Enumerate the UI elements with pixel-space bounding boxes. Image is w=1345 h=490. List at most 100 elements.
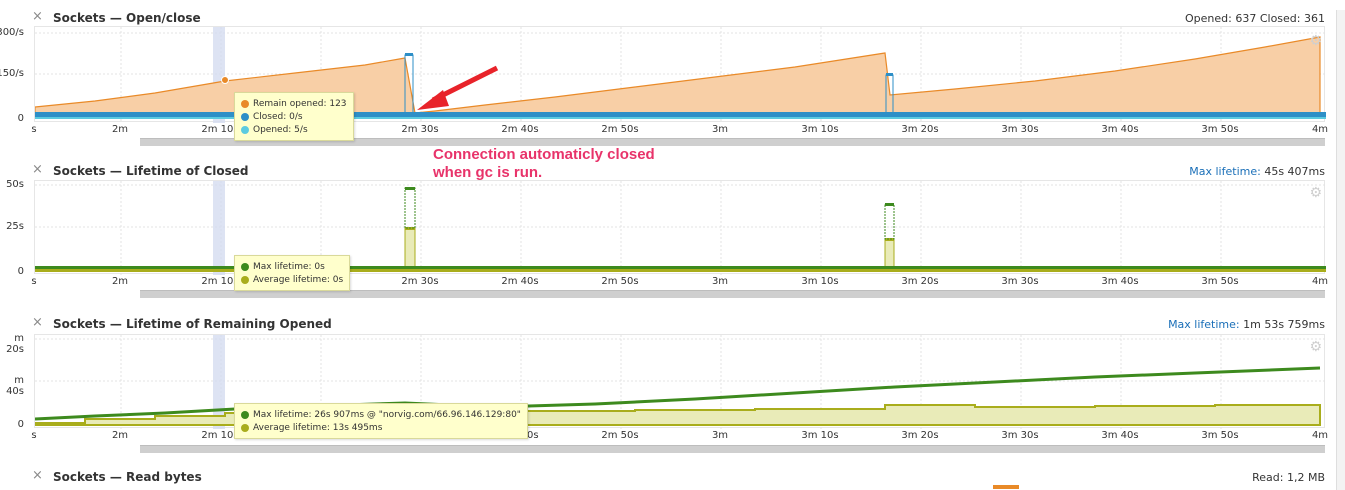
lifetime-remaining-chart — [35, 335, 1326, 429]
x-tick-label: 4m — [1311, 124, 1329, 135]
close-icon[interactable]: × — [32, 316, 43, 330]
x-tick-label: 2m 50s — [601, 430, 639, 441]
x-tick-label: 2m — [111, 276, 129, 287]
tooltip-closed: Closed: 0/s — [253, 111, 303, 122]
legend-dot — [241, 112, 249, 121]
x-tick-label: 3m — [711, 430, 729, 441]
lifetime-closed-chart — [35, 181, 1326, 275]
max-lifetime-bar-top — [885, 203, 894, 206]
x-tick-label: 3m 50s — [1201, 430, 1239, 441]
tooltip-avg-lifetime: Average lifetime: 0s — [253, 274, 344, 285]
avg-lifetime-bar — [404, 227, 416, 269]
tooltip-max-lifetime: Max lifetime: 0s — [253, 261, 325, 272]
baseline-avg — [35, 269, 1326, 272]
x-tick-label: 3m 20s — [901, 430, 939, 441]
panel-title: Sockets — Lifetime of Closed — [53, 164, 249, 178]
x-tick-label: 3m — [711, 276, 729, 287]
baseline-max — [35, 266, 1326, 269]
x-tick-label: 3m 30s — [1001, 124, 1039, 135]
chart-plot-area[interactable]: ⚙ — [34, 334, 1326, 429]
opened-rate-band-light — [35, 117, 1326, 119]
x-tick-label: 3m 50s — [1201, 276, 1239, 287]
gear-icon[interactable]: ⚙ — [1309, 185, 1322, 201]
panel-stats: Max lifetime: 45s 407ms — [1189, 165, 1325, 178]
chart-plot-area[interactable]: ⚙ — [34, 26, 1326, 123]
y-tick-label: 300/s — [0, 27, 24, 38]
x-tick-label: 3m — [711, 124, 729, 135]
y-tick-label: 150/s — [0, 68, 24, 79]
legend-dot — [241, 275, 249, 284]
panel-stats: Opened: 637 Closed: 361 — [1185, 12, 1325, 25]
open-close-chart — [35, 27, 1326, 123]
grid-lines — [35, 181, 1326, 275]
tooltip: Remain opened: 123 Closed: 0/s Opened: 5… — [234, 92, 354, 141]
hover-highlight — [213, 181, 225, 275]
legend-dot — [241, 99, 249, 108]
panel-stats: Read: 1,2 MB — [1252, 471, 1325, 484]
max-lifetime-bar-top — [405, 187, 415, 190]
close-icon[interactable]: × — [32, 469, 43, 483]
timeline-scrollbar[interactable] — [140, 445, 1325, 453]
close-icon[interactable]: × — [32, 10, 43, 24]
max-lifetime-link[interactable]: Max lifetime: — [1189, 165, 1261, 178]
tooltip: Max lifetime: 0s Average lifetime: 0s — [234, 255, 351, 291]
panel-open-close: × Sockets — Open/close Opened: 637 Close… — [0, 0, 1345, 155]
max-lifetime-bar — [404, 187, 416, 229]
x-tick-label: 2m 50s — [601, 124, 639, 135]
x-tick-label: s — [31, 430, 37, 441]
gear-icon[interactable]: ⚙ — [1309, 33, 1322, 49]
y-tick-label: 50s — [6, 179, 24, 190]
panel-lifetime-remaining: × Sockets — Lifetime of Remaining Opened… — [0, 308, 1345, 463]
legend-dot — [241, 423, 249, 432]
x-tick-label: 3m 40s — [1101, 276, 1139, 287]
x-tick-label: 3m 10s — [801, 276, 839, 287]
close-icon[interactable]: × — [32, 163, 43, 177]
opened-rate-band — [35, 112, 1326, 117]
y-tick-label: 0 — [17, 419, 24, 430]
x-tick-label: 4m — [1311, 276, 1329, 287]
x-tick-label: 2m — [111, 124, 129, 135]
x-tick-label: 3m 30s — [1001, 276, 1039, 287]
tooltip-max-lifetime: Max lifetime: 26s 907ms @ "norvig.com/66… — [253, 409, 521, 420]
x-tick-label: 3m 10s — [801, 124, 839, 135]
panel-title: Sockets — Read bytes — [53, 470, 202, 484]
panel-title: Sockets — Open/close — [53, 11, 201, 25]
max-lifetime-value: 1m 53s 759ms — [1239, 318, 1325, 331]
x-tick-label: 3m 20s — [901, 124, 939, 135]
y-tick-label: 0 — [17, 266, 24, 277]
x-tick-label: 3m 40s — [1101, 430, 1139, 441]
x-tick-label: 2m 40s — [501, 124, 539, 135]
hover-highlight — [213, 335, 225, 429]
closed-bar — [886, 73, 893, 76]
x-tick-label: 2m 30s — [401, 276, 439, 287]
max-lifetime-value: 45s 407ms — [1260, 165, 1325, 178]
x-tick-label: 2m 30s — [401, 124, 439, 135]
tooltip-remain-opened: Remain opened: 123 — [253, 98, 347, 109]
x-tick-label: 3m 10s — [801, 430, 839, 441]
hover-point — [221, 76, 229, 84]
x-tick-label: 3m 50s — [1201, 124, 1239, 135]
panel-lifetime-closed: × Sockets — Lifetime of Closed Max lifet… — [0, 155, 1345, 310]
y-tick-label: 0 — [17, 113, 24, 124]
annotation-arrow — [417, 65, 499, 110]
timeline-scrollbar[interactable] — [140, 290, 1325, 298]
avg-lifetime-bar-top — [885, 238, 894, 241]
tooltip-avg-lifetime: Average lifetime: 13s 495ms — [253, 422, 383, 433]
panel-title: Sockets — Lifetime of Remaining Opened — [53, 317, 332, 331]
max-lifetime-link[interactable]: Max lifetime: — [1168, 318, 1240, 331]
y-tick-label: m 20s — [6, 333, 24, 355]
chart-plot-area[interactable]: ⚙ — [34, 180, 1326, 275]
x-tick-label: s — [31, 124, 37, 135]
y-tick-label: m 40s — [6, 375, 24, 397]
tooltip: Max lifetime: 26s 907ms @ "norvig.com/66… — [234, 403, 528, 439]
x-tick-label: 2m — [111, 430, 129, 441]
max-lifetime-bar — [884, 204, 895, 240]
x-tick-label: s — [31, 276, 37, 287]
tooltip-opened: Opened: 5/s — [253, 124, 308, 135]
avg-lifetime-bar — [884, 238, 895, 269]
gear-icon[interactable]: ⚙ — [1309, 339, 1322, 355]
x-tick-label: 3m 30s — [1001, 430, 1039, 441]
x-tick-label: 3m 20s — [901, 276, 939, 287]
legend-dot — [241, 262, 249, 271]
panel-stats: Max lifetime: 1m 53s 759ms — [1168, 318, 1325, 331]
